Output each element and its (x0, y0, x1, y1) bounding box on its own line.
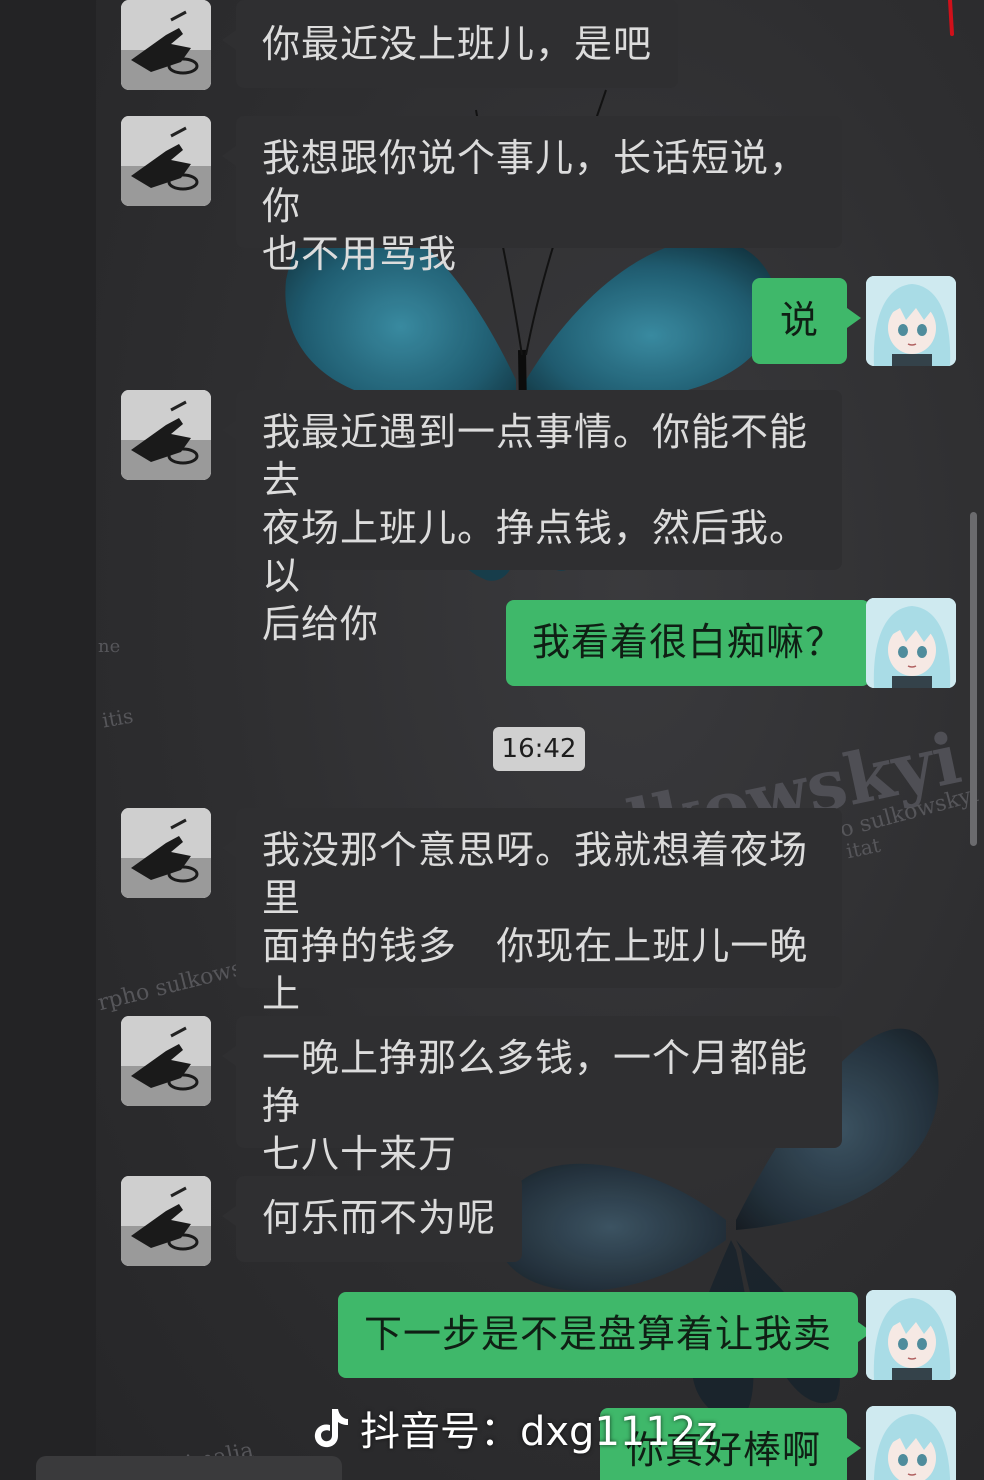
hand-photo-icon (121, 808, 211, 898)
background-small-text-5: itis (100, 703, 135, 733)
bottom-bar (36, 1456, 342, 1480)
contact-avatar[interactable] (121, 1176, 211, 1266)
douyin-watermark: 抖音号：dxg1112z (312, 1398, 717, 1458)
message-bubble-received[interactable]: 我没那个意思呀。我就想着夜场里 面挣的钱多 你现在上班儿一晚上 都可以挣好几千 (222, 808, 842, 1064)
message-bubble-sent[interactable]: 下一步是不是盘算着让我卖 (338, 1292, 873, 1378)
contact-avatar[interactable] (121, 116, 211, 206)
user-avatar[interactable] (866, 598, 956, 688)
anime-girl-avatar-icon (866, 276, 956, 366)
contact-avatar[interactable] (121, 1016, 211, 1106)
user-avatar[interactable] (866, 1290, 956, 1380)
message-bubble-received[interactable]: 一晚上挣那么多钱，一个月都能挣 七八十来万 (222, 1016, 842, 1176)
message-bubble-sent[interactable]: 我看着很白痴嘛？ (506, 600, 885, 686)
hand-photo-icon (121, 1016, 211, 1106)
hand-photo-icon (121, 1176, 211, 1266)
message-bubble-received[interactable]: 何乐而不为呢 (221, 1176, 523, 1262)
scrollbar-thumb[interactable] (970, 512, 977, 846)
red-mark (948, 0, 954, 36)
anime-girl-avatar-icon (866, 1290, 956, 1380)
chat-timestamp: 16:42 (493, 727, 585, 771)
watermark-label: 抖音号：dxg1112z (360, 1409, 718, 1455)
anime-girl-avatar-icon (866, 1406, 956, 1480)
message-bubble-received[interactable]: 我想跟你说个事儿，长话短说，你 也不用骂我 (222, 116, 842, 276)
hand-photo-icon (121, 116, 211, 206)
tiktok-icon (314, 1409, 348, 1448)
background-small-text-3: rpho sulkowsk (96, 952, 259, 1017)
hand-photo-icon (121, 0, 211, 90)
user-avatar[interactable] (866, 1406, 956, 1480)
message-bubble-received[interactable]: 你最近没上班儿，是吧 (221, 0, 679, 88)
message-bubble-received[interactable]: 我最近遇到一点事情。你能不能去 夜场上班儿。挣点钱，然后我。以 后给你 (222, 390, 842, 646)
hand-photo-icon (121, 390, 211, 480)
contact-avatar[interactable] (121, 0, 211, 90)
left-margin-strip (0, 0, 96, 1480)
contact-avatar[interactable] (121, 808, 211, 898)
user-avatar[interactable] (866, 276, 956, 366)
message-bubble-sent[interactable]: 说 (752, 278, 862, 364)
anime-girl-avatar-icon (866, 598, 956, 688)
background-small-text-6: ne (98, 636, 121, 657)
contact-avatar[interactable] (121, 390, 211, 480)
